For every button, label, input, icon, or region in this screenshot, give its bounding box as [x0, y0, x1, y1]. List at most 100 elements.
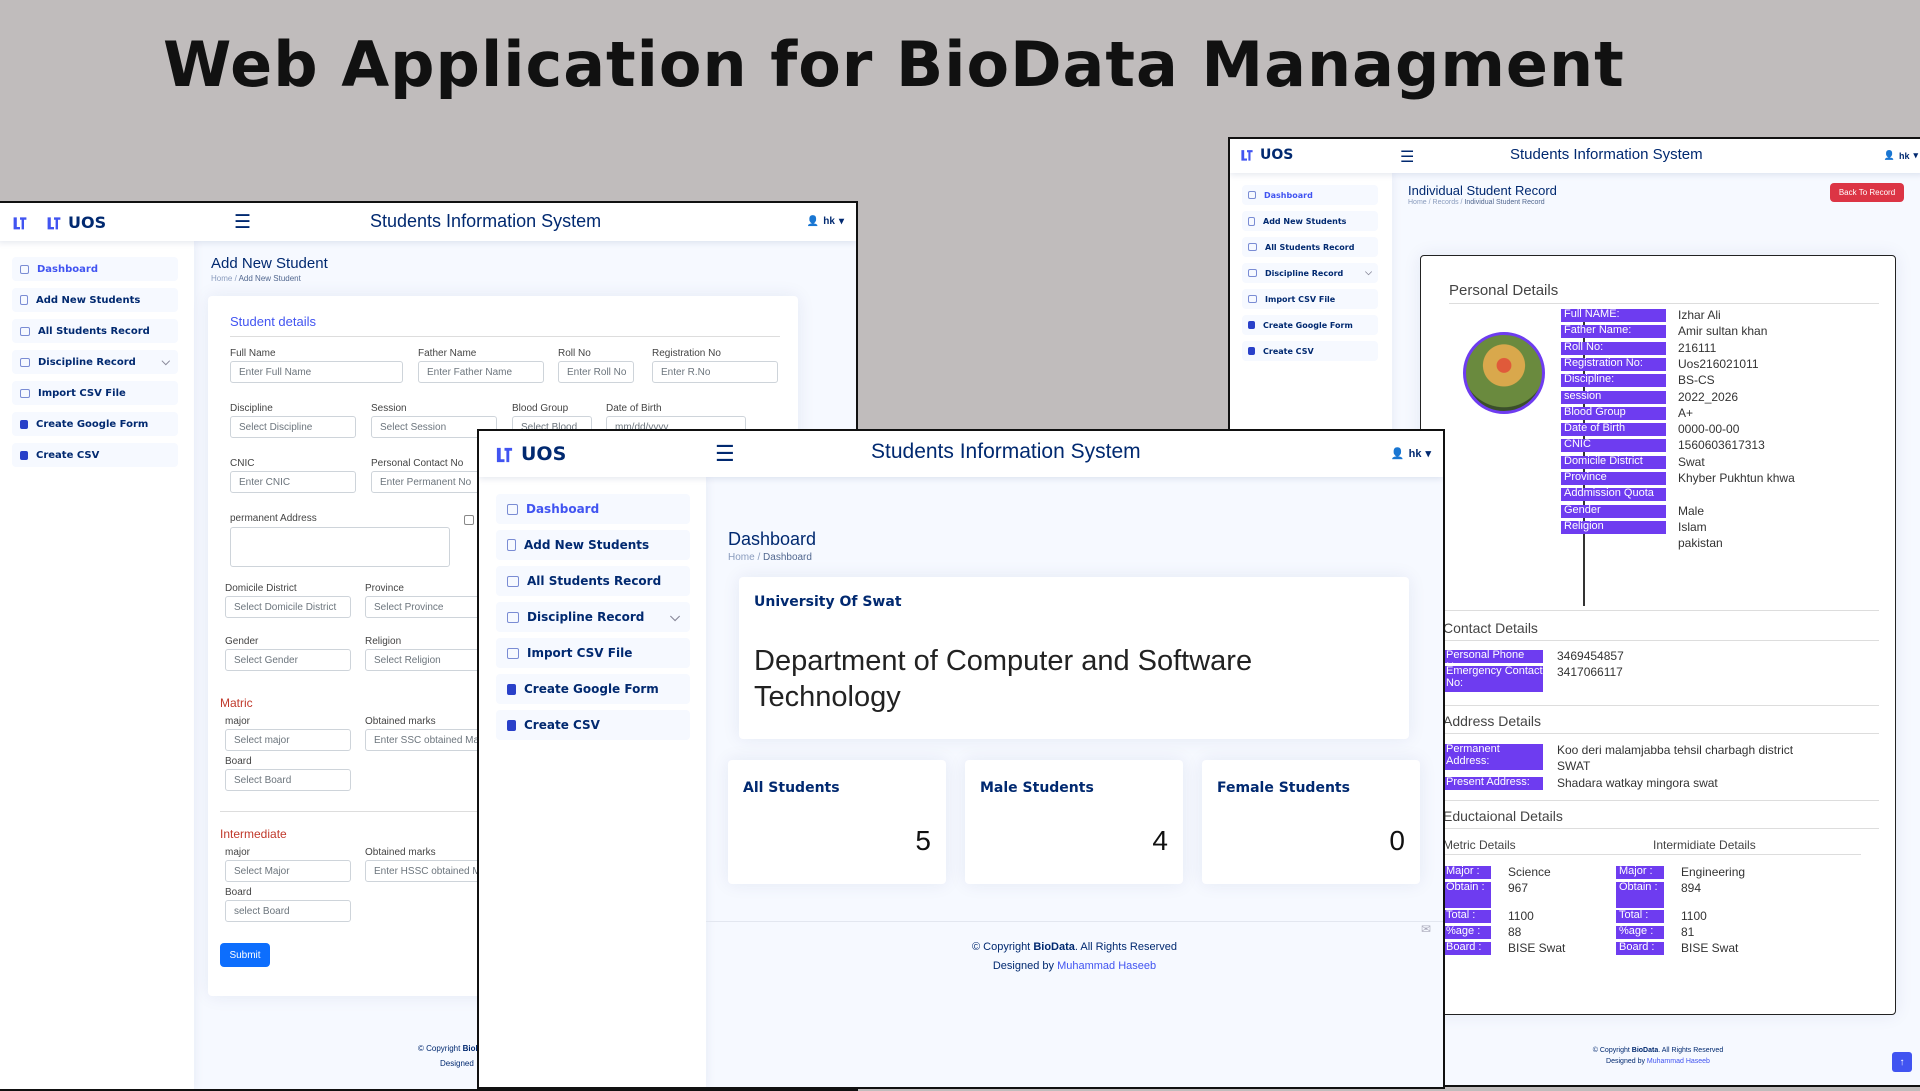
divider — [1441, 705, 1879, 706]
breadcrumb-home[interactable]: Home — [1408, 199, 1427, 206]
breadcrumb-current: Individual Student Record — [1464, 199, 1545, 206]
nav-dashboard[interactable]: Dashboard — [1242, 185, 1378, 205]
cnic-input[interactable]: Enter CNIC — [230, 471, 356, 493]
contact-section-title: Contact Details — [1443, 620, 1538, 636]
nav-all-students[interactable]: All Students Record — [496, 566, 690, 596]
inter-marks-label: Obtained marks — [365, 847, 436, 858]
religion-select[interactable]: Select Religion — [365, 649, 491, 671]
nav-add-students[interactable]: Add New Students — [1242, 211, 1378, 231]
nav-discipline[interactable]: Discipline Record ⌵ — [496, 602, 690, 632]
nav-import-csv[interactable]: Import CSV File — [1242, 289, 1378, 309]
personal-key-chip: Blood Group — [1561, 406, 1666, 420]
university-name: University Of Swat — [754, 594, 902, 610]
nav-label: Add New Students — [524, 538, 650, 552]
nav-google-form[interactable]: Create Google Form — [496, 674, 690, 704]
roll-no-input[interactable]: Enter Roll No — [558, 361, 634, 383]
nav-create-csv[interactable]: Create CSV — [1242, 341, 1378, 361]
add-student-topbar: UOS ☰ Students Information System 👤 hk ▾ — [0, 203, 856, 241]
csv-icon — [20, 450, 28, 460]
full-name-input[interactable]: Enter Full Name — [230, 361, 403, 383]
personal-key-chip: Father Name: — [1561, 325, 1666, 339]
footer-copy: © Copyright — [418, 1044, 461, 1053]
logo[interactable]: UOS — [12, 213, 106, 232]
personal-value: 216111 — [1678, 340, 1717, 355]
personal-value: Uos216021011 — [1678, 356, 1759, 371]
footer-author-link[interactable]: Muhammad Haseeb — [1647, 1058, 1710, 1065]
matric-board-select[interactable]: Select Board — [225, 769, 351, 791]
user-menu[interactable]: 👤 hk ▾ — [1884, 150, 1918, 161]
table-icon — [507, 611, 519, 623]
nav-label: Create Google Form — [36, 418, 149, 430]
inter-value: BISE Swat — [1681, 941, 1739, 955]
sidebar: Dashboard Add New Students All Students … — [0, 241, 194, 1089]
divider — [706, 921, 1443, 922]
father-name-input[interactable]: Enter Father Name — [418, 361, 544, 383]
province-select[interactable]: Select Province — [365, 596, 491, 618]
breadcrumb-records[interactable]: Records — [1433, 199, 1459, 206]
menu-toggle-icon[interactable]: ☰ — [1400, 147, 1414, 167]
logo[interactable]: UOS — [1240, 147, 1293, 163]
divider — [1441, 828, 1879, 829]
matric-major-label: major — [225, 716, 251, 727]
inter-board-select[interactable]: select Board — [225, 900, 351, 922]
nav-create-csv[interactable]: Create CSV — [12, 443, 178, 467]
nav-import-csv[interactable]: Import CSV File — [12, 381, 178, 405]
back-to-record-button[interactable]: Back To Record — [1830, 183, 1904, 202]
contact-label: Personal Contact No — [371, 458, 464, 469]
back-to-top-button[interactable]: ↑ — [1892, 1052, 1912, 1072]
nav-google-form[interactable]: Create Google Form — [12, 412, 178, 436]
nav-discipline[interactable]: Discipline Record ⌵ — [1242, 263, 1378, 283]
logo[interactable]: UOS — [495, 443, 566, 465]
nav-add-students[interactable]: Add New Students — [12, 288, 178, 312]
nav-dashboard[interactable]: Dashboard — [496, 494, 690, 524]
breadcrumb-home[interactable]: Home — [211, 274, 232, 283]
domicile-select[interactable]: Select Domicile District — [225, 596, 351, 618]
menu-toggle-icon[interactable]: ☰ — [715, 441, 735, 467]
stat-card: All Students 5 — [728, 760, 946, 884]
registration-no-input[interactable]: Enter R.No — [652, 361, 778, 383]
contact-value: 3469454857 — [1557, 649, 1624, 663]
user-menu[interactable]: 👤 hk ▾ — [1390, 447, 1431, 461]
discipline-select[interactable]: Select Discipline — [230, 416, 356, 438]
nav-all-students[interactable]: All Students Record — [12, 319, 178, 343]
nav-create-csv[interactable]: Create CSV — [496, 710, 690, 740]
matric-major-select[interactable]: Select major — [225, 729, 351, 751]
user-menu[interactable]: 👤 hk ▾ — [807, 216, 844, 227]
address-textarea[interactable] — [230, 527, 450, 567]
matric-section-title: Matric — [220, 696, 253, 710]
domicile-label: Domicile District — [225, 583, 297, 594]
nav-discipline[interactable]: Discipline Record ⌵ — [12, 350, 178, 374]
contact-key-chip: Personal Phone No: — [1443, 650, 1543, 663]
stat-label: Male Students — [980, 780, 1094, 796]
nav-add-students[interactable]: Add New Students — [496, 530, 690, 560]
matric-board-label: Board — [225, 756, 252, 767]
divider — [230, 336, 780, 337]
nav-label: Discipline Record — [527, 610, 645, 624]
logo-icon — [1241, 150, 1253, 161]
inter-major-select[interactable]: Select Major — [225, 860, 351, 882]
inter-value: 894 — [1681, 881, 1702, 895]
footer-credit: Designed by Muhammad Haseeb — [706, 957, 1443, 976]
metric-title: Metric Details — [1443, 838, 1516, 852]
personal-key-chip: Province — [1561, 472, 1666, 485]
checkbox[interactable] — [464, 515, 474, 525]
user-icon: 👤 — [1390, 448, 1405, 460]
personal-value: A+ — [1678, 405, 1694, 420]
metric-key-chip: Obtain : — [1443, 882, 1491, 908]
breadcrumb-home[interactable]: Home — [728, 552, 755, 563]
nav-dashboard[interactable]: Dashboard — [12, 257, 178, 281]
file-icon — [20, 295, 28, 305]
nav-all-students[interactable]: All Students Record — [1242, 237, 1378, 257]
inter-major-label: major — [225, 847, 251, 858]
form-icon — [507, 683, 516, 695]
submit-button[interactable]: Submit — [220, 943, 270, 967]
footer-author-link[interactable]: Muhammad Haseeb — [1057, 960, 1156, 972]
table-icon — [1248, 243, 1257, 251]
gender-select[interactable]: Select Gender — [225, 649, 351, 671]
nav-import-csv[interactable]: Import CSV File — [496, 638, 690, 668]
divider — [1441, 640, 1879, 641]
nav-google-form[interactable]: Create Google Form — [1242, 315, 1378, 335]
dob-label: Date of Birth — [606, 403, 662, 414]
education-section-title: Eductaional Details — [1443, 808, 1563, 824]
menu-toggle-icon[interactable]: ☰ — [234, 211, 251, 234]
